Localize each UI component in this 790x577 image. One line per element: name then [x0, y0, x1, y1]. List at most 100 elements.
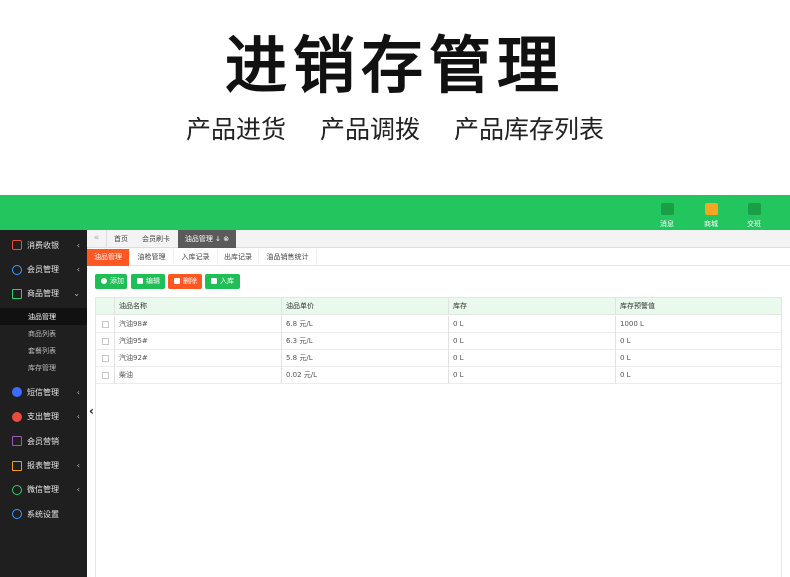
row-checkbox[interactable]: [102, 321, 109, 328]
tabs-scroll-left-button[interactable]: «: [87, 230, 107, 248]
submenu-item-goods-list[interactable]: 商品列表: [0, 325, 87, 342]
cell-stock: 0 L: [453, 337, 464, 345]
shop-label: 商城: [704, 220, 718, 228]
sidebar-item-members[interactable]: 会员管理 ‹: [0, 257, 87, 281]
messages-button[interactable]: 消息: [647, 201, 687, 228]
app-topbar: 消息 商城 交班: [0, 195, 790, 230]
table-header: 油品名称 油品单价 库存 库存预警值: [96, 298, 781, 315]
trash-icon: [174, 278, 180, 284]
cell-name: 柴油: [119, 371, 133, 379]
column-header-stock[interactable]: 库存: [453, 298, 467, 315]
tab-label: 油品管理: [184, 235, 213, 243]
sms-icon: [12, 387, 22, 398]
stock-in-button[interactable]: 入库: [205, 274, 240, 289]
report-icon: [12, 460, 22, 471]
subtab-stock-in-records[interactable]: 入库记录: [174, 249, 218, 266]
cashier-icon: [12, 240, 22, 251]
row-checkbox[interactable]: [102, 372, 109, 379]
subtab-oil-sales-stats[interactable]: 油品销售统计: [259, 249, 317, 266]
cell-name: 汽油98#: [119, 320, 148, 328]
plus-icon: [101, 278, 107, 284]
submenu-item-inventory[interactable]: 库存管理: [0, 359, 87, 376]
cell-name: 汽油92#: [119, 354, 148, 362]
tab-member-card[interactable]: 会员刷卡: [137, 230, 175, 248]
chevron-left-icon: ‹: [76, 461, 80, 471]
subtab-stock-out-records[interactable]: 出库记录: [218, 249, 259, 266]
messages-label: 消息: [660, 220, 674, 228]
row-checkbox[interactable]: [102, 338, 109, 345]
cell-warning: 1000 L: [620, 320, 644, 328]
cell-stock: 0 L: [453, 320, 464, 328]
sidebar-item-settings[interactable]: 系统设置: [0, 502, 87, 526]
gift-icon: [12, 436, 22, 447]
sidebar-item-expense[interactable]: 支出管理 ‹: [0, 405, 87, 429]
table-row[interactable]: 柴油 0.02 元/L 0 L 0 L: [96, 367, 781, 384]
cell-stock: 0 L: [453, 354, 464, 362]
tab-home[interactable]: 首页: [108, 230, 134, 248]
shop-icon: [704, 203, 718, 215]
table-row[interactable]: 汽油92# 5.8 元/L 0 L 0 L: [96, 350, 781, 367]
hero-subtitle-2: 产品调拨: [319, 115, 420, 144]
sidebar-item-label: 会员营销: [27, 436, 59, 446]
sidebar-item-label: 会员管理: [27, 265, 59, 275]
table-row[interactable]: 汽油95# 6.3 元/L 0 L 0 L: [96, 333, 781, 350]
sidebar-item-goods[interactable]: 商品管理 ⌄: [0, 282, 87, 306]
subtab-nozzle-management[interactable]: 油枪管理: [130, 249, 174, 266]
tab-oil-management[interactable]: 油品管理 ↓ ⊗: [178, 230, 236, 248]
column-header-name[interactable]: 油品名称: [119, 298, 147, 315]
sidebar-item-label: 消费收银: [27, 240, 59, 250]
chevron-left-icon: ‹: [76, 485, 80, 495]
chevron-left-icon: ‹: [76, 265, 80, 275]
sidebar-item-sms[interactable]: 短信管理 ‹: [0, 380, 87, 404]
hero-title: 进销存管理: [224, 29, 565, 102]
goods-icon: [12, 288, 22, 299]
hero-subtitle-3: 产品库存列表: [453, 115, 604, 144]
chevron-left-icon: ‹: [76, 412, 80, 422]
cell-name: 汽油95#: [119, 337, 148, 345]
shop-button[interactable]: 商城: [691, 201, 731, 228]
stock-in-icon: [211, 278, 217, 284]
column-header-price[interactable]: 油品单价: [286, 298, 314, 315]
oil-table: 油品名称 油品单价 库存 库存预警值 汽油98# 6.8 元/L 0 L 100…: [95, 297, 782, 577]
goods-submenu: 油品管理 商品列表 套餐列表 库存管理: [0, 306, 87, 380]
cell-stock: 0 L: [453, 371, 464, 379]
submenu-item-oil[interactable]: 油品管理: [0, 308, 87, 326]
edit-label: 编辑: [146, 277, 160, 285]
members-icon: [12, 264, 22, 275]
cell-price: 5.8 元/L: [286, 354, 313, 362]
row-checkbox[interactable]: [102, 355, 109, 362]
delete-button[interactable]: 删除: [168, 274, 202, 289]
cell-warning: 0 L: [620, 371, 631, 379]
sidebar-item-label: 报表管理: [27, 461, 59, 471]
sidebar-collapse-button[interactable]: ‹: [89, 404, 94, 418]
sidebar-item-label: 微信管理: [27, 485, 59, 495]
sidebar-item-cashier[interactable]: 消费收银 ‹: [0, 233, 87, 257]
hero-subtitle-1: 产品进货: [186, 115, 287, 144]
cell-price: 6.3 元/L: [286, 337, 313, 345]
sidebar-item-label: 系统设置: [27, 509, 59, 519]
cell-warning: 0 L: [620, 354, 631, 362]
cell-price: 0.02 元/L: [286, 371, 318, 379]
sidebar-item-reports[interactable]: 报表管理 ‹: [0, 453, 87, 477]
sidebar-item-wechat[interactable]: 微信管理 ‹: [0, 478, 87, 502]
sidebar-item-label: 商品管理: [27, 289, 59, 299]
leaf-icon: [660, 203, 674, 215]
tab-close-icon[interactable]: ↓ ⊗: [215, 235, 229, 243]
edit-icon: [137, 278, 143, 284]
table-row[interactable]: 汽油98# 6.8 元/L 0 L 1000 L: [96, 316, 781, 333]
column-header-warning[interactable]: 库存预警值: [620, 298, 655, 315]
chevron-left-icon: ‹: [76, 387, 80, 397]
stock-in-label: 入库: [220, 277, 234, 285]
hero-subtitle: 产品进货 产品调拨 产品库存列表: [0, 112, 790, 148]
edit-button[interactable]: 编辑: [131, 274, 165, 289]
swap-icon: [747, 203, 761, 215]
submenu-item-package-list[interactable]: 套餐列表: [0, 342, 87, 359]
subtab-oil-management[interactable]: 油品管理: [87, 249, 130, 266]
expense-icon: [12, 411, 22, 422]
shift-button[interactable]: 交班: [734, 201, 774, 228]
shift-label: 交班: [747, 220, 761, 228]
sidebar-item-marketing[interactable]: 会员营销: [0, 429, 87, 453]
add-button[interactable]: 添加: [95, 274, 127, 289]
wechat-icon: [12, 484, 22, 495]
sidebar: 消费收银 ‹ 会员管理 ‹ 商品管理 ⌄ 油品管理 商品列表 套餐列表 库存管理…: [0, 230, 87, 577]
